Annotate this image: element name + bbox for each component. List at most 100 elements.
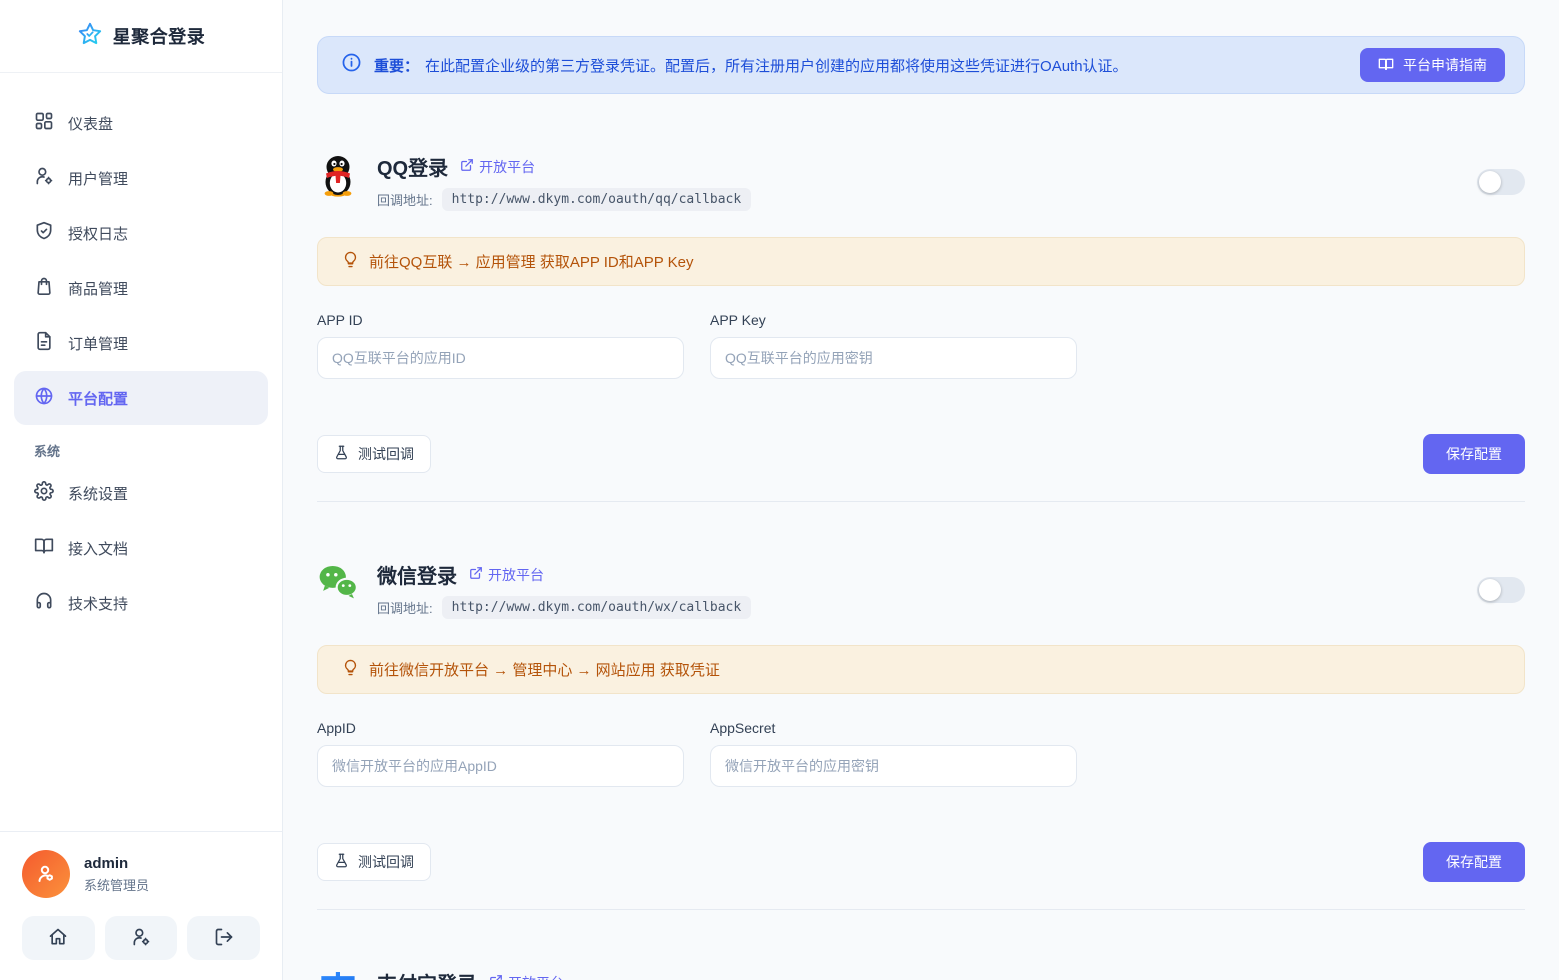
platform-guide-button[interactable]: 平台申请指南 [1360,48,1505,82]
field-label: AppID [317,720,684,736]
wechat-save-config-button[interactable]: 保存配置 [1423,842,1525,882]
qq-app-key-input[interactable] [710,337,1077,379]
qq-test-callback-button[interactable]: 测试回调 [317,435,431,473]
sidebar-item-support[interactable]: 技术支持 [14,576,268,630]
platform-section-alipay: 支 支付宝登录 开放平台 回调地址: http:// [317,910,1525,980]
hint-text: 前往微信开放平台 → 管理中心 → 网站应用 获取凭证 [369,659,720,680]
qq-enable-toggle[interactable] [1477,169,1525,195]
callback-url: http://www.dkym.com/oauth/wx/callback [442,596,752,619]
banner-text: 重要： 在此配置企业级的第三方登录凭证。配置后，所有注册用户创建的应用都将使用这些… [374,55,1348,76]
dashboard-icon [34,111,54,135]
app-window: 星聚合登录 仪表盘 用户管理 授权日志 [0,0,1559,980]
platform-title: QQ登录 [377,152,448,181]
sidebar-item-label: 用户管理 [68,168,128,189]
home-icon [48,927,68,950]
user-management-icon [34,166,54,190]
wechat-test-callback-button[interactable]: 测试回调 [317,843,431,881]
platform-section-wechat: 微信登录 开放平台 回调地址: http://www.dkym.com/oaut… [317,502,1525,910]
sidebar-item-label: 仪表盘 [68,113,113,134]
platform-title: 支付宝登录 [377,968,477,980]
field-label: AppSecret [710,720,1077,736]
callback-label: 回调地址: [377,190,433,209]
banner-message: 在此配置企业级的第三方登录凭证。配置后，所有注册用户创建的应用都将使用这些凭证进… [425,58,1128,75]
main-content: 重要： 在此配置企业级的第三方登录凭证。配置后，所有注册用户创建的应用都将使用这些… [283,0,1559,980]
document-icon [34,331,54,355]
app-title: 星聚合登录 [113,23,206,49]
qq-app-key-field: APP Key [710,312,1077,379]
sidebar-item-dashboard[interactable]: 仪表盘 [14,96,268,150]
important-banner: 重要： 在此配置企业级的第三方登录凭证。配置后，所有注册用户创建的应用都将使用这些… [317,36,1525,94]
logout-button[interactable] [187,916,260,960]
sidebar-item-label: 技术支持 [68,593,128,614]
sidebar-nav: 仪表盘 用户管理 授权日志 商品管理 [0,73,282,631]
banner-important-label: 重要： [374,58,419,75]
sidebar-item-label: 商品管理 [68,278,128,299]
wechat-enable-toggle[interactable] [1477,577,1525,603]
home-button[interactable] [22,916,95,960]
book-icon [34,536,54,560]
sidebar-item-label: 平台配置 [68,388,128,409]
platform-section-qq: QQ登录 开放平台 回调地址: http://www.dkym.com/oaut… [317,94,1525,502]
alipay-icon: 支 [317,968,359,980]
globe-icon [34,386,54,410]
toggle-knob [1479,579,1501,601]
guide-button-label: 平台申请指南 [1403,55,1487,75]
flask-icon [334,853,349,871]
user-name: admin [84,855,149,872]
sidebar-item-label: 授权日志 [68,223,128,244]
sidebar-item-platform-config[interactable]: 平台配置 [14,371,268,425]
profile-settings-button[interactable] [105,916,178,960]
hint-text: 前往QQ互联 → 应用管理 获取APP ID和APP Key [369,251,694,272]
app-logo: 星聚合登录 [0,0,282,73]
sidebar-user-panel: admin 系统管理员 [0,831,282,980]
qq-hint-box: 前往QQ互联 → 应用管理 获取APP ID和APP Key [317,237,1525,286]
toggle-knob [1479,171,1501,193]
wechat-appsecret-field: AppSecret [710,720,1077,787]
qq-app-id-field: APP ID [317,312,684,379]
logout-icon [214,927,234,950]
external-link-icon [489,974,503,980]
open-platform-link[interactable]: 开放平台 [489,973,564,980]
platform-title: 微信登录 [377,560,457,589]
sidebar-item-users[interactable]: 用户管理 [14,151,268,205]
lightbulb-icon [342,659,359,680]
field-label: APP Key [710,312,1077,328]
user-role: 系统管理员 [84,875,149,894]
external-link-icon [460,158,474,175]
wechat-icon [317,560,359,606]
open-platform-link[interactable]: 开放平台 [460,157,535,177]
sidebar-item-system-settings[interactable]: 系统设置 [14,466,268,520]
qq-save-config-button[interactable]: 保存配置 [1423,434,1525,474]
sidebar-item-label: 接入文档 [68,538,128,559]
wechat-appsecret-input[interactable] [710,745,1077,787]
wechat-appid-field: AppID [317,720,684,787]
user-settings-icon [131,927,151,950]
callback-label: 回调地址: [377,598,433,617]
sidebar-item-products[interactable]: 商品管理 [14,261,268,315]
headphones-icon [34,591,54,615]
sidebar-item-auth-logs[interactable]: 授权日志 [14,206,268,260]
shield-icon [34,221,54,245]
sidebar-item-docs[interactable]: 接入文档 [14,521,268,575]
sidebar: 星聚合登录 仪表盘 用户管理 授权日志 [0,0,283,980]
sidebar-item-label: 系统设置 [68,483,128,504]
open-platform-link[interactable]: 开放平台 [469,565,544,585]
guide-book-icon [1378,56,1394,75]
wechat-appid-input[interactable] [317,745,684,787]
qq-icon [317,152,359,198]
field-label: APP ID [317,312,684,328]
external-link-icon [469,566,483,583]
shopping-bag-icon [34,276,54,300]
sidebar-item-label: 订单管理 [68,333,128,354]
wechat-hint-box: 前往微信开放平台 → 管理中心 → 网站应用 获取凭证 [317,645,1525,694]
sidebar-section-label: 系统 [34,441,248,460]
callback-url: http://www.dkym.com/oauth/qq/callback [442,188,752,211]
lightbulb-icon [342,251,359,272]
qq-app-id-input[interactable] [317,337,684,379]
sidebar-item-orders[interactable]: 订单管理 [14,316,268,370]
avatar [22,850,70,898]
gear-icon [34,481,54,505]
star-logo-icon [77,21,103,52]
flask-icon [334,445,349,463]
info-icon [341,52,362,78]
